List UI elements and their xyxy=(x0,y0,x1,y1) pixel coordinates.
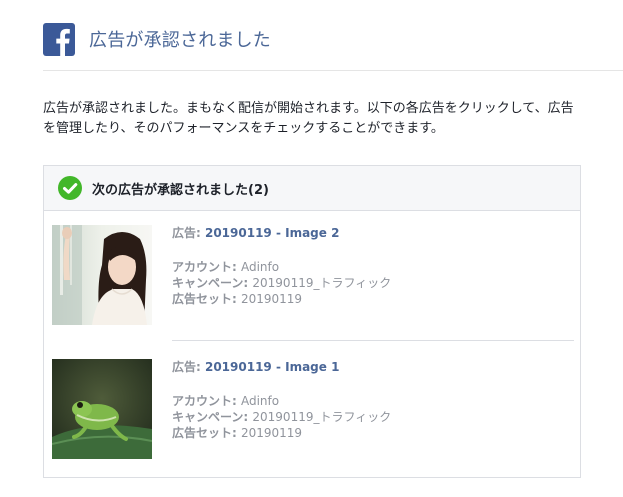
ad-divider xyxy=(172,340,574,341)
account-value: Adinfo xyxy=(240,394,280,408)
ad-item[interactable]: 広告: 20190119 - Image 1 アカウント: Adinfo キャン… xyxy=(52,359,574,461)
approved-ads-card: 次の広告が承認されました(2) 広告: 20190119 - Image 2 ア… xyxy=(43,165,581,478)
account-value: Adinfo xyxy=(240,260,280,274)
adset-label: 広告セット: xyxy=(172,426,241,440)
ad-details: 広告: 20190119 - Image 1 アカウント: Adinfo キャン… xyxy=(172,359,391,441)
campaign-label: キャンペーン: xyxy=(172,276,253,290)
card-title: 次の広告が承認されました(2) xyxy=(92,182,269,198)
page-title: 広告が承認されました xyxy=(89,30,271,51)
ad-thumbnail-frog[interactable] xyxy=(52,359,152,459)
ad-name-link[interactable]: 20190119 - Image 2 xyxy=(205,226,339,240)
adset-value: 20190119 xyxy=(240,426,303,440)
account-label: アカウント: xyxy=(172,394,241,408)
campaign-label: キャンペーン: xyxy=(172,410,253,424)
ad-item[interactable]: 広告: 20190119 - Image 2 アカウント: Adinfo キャン… xyxy=(52,225,574,327)
campaign-value: 20190119_トラフィック xyxy=(252,410,392,424)
check-circle-icon xyxy=(58,176,82,200)
intro-line-1: 広告が承認されました。まもなく配信が開始されます。以下の各広告をクリックして、広… xyxy=(43,101,574,116)
facebook-logo-icon[interactable] xyxy=(43,22,75,56)
ad-details: 広告: 20190119 - Image 2 アカウント: Adinfo キャン… xyxy=(172,225,391,307)
ad-name-link[interactable]: 20190119 - Image 1 xyxy=(205,360,339,374)
email-header: 広告が承認されました xyxy=(43,22,271,56)
intro-line-2: を管理したり、そのパフォーマンスをチェックすることができます。 xyxy=(43,121,444,136)
intro-text: 広告が承認されました。まもなく配信が開始されます。以下の各広告をクリックして、広… xyxy=(43,99,588,139)
header-divider xyxy=(43,70,623,71)
ad-label: 広告: xyxy=(172,360,205,374)
ad-thumbnail-woman[interactable] xyxy=(52,225,152,325)
adset-value: 20190119 xyxy=(240,292,303,306)
ad-label: 広告: xyxy=(172,226,205,240)
card-header: 次の広告が承認されました(2) xyxy=(44,166,580,211)
adset-label: 広告セット: xyxy=(172,292,241,306)
campaign-value: 20190119_トラフィック xyxy=(252,276,392,290)
account-label: アカウント: xyxy=(172,260,241,274)
